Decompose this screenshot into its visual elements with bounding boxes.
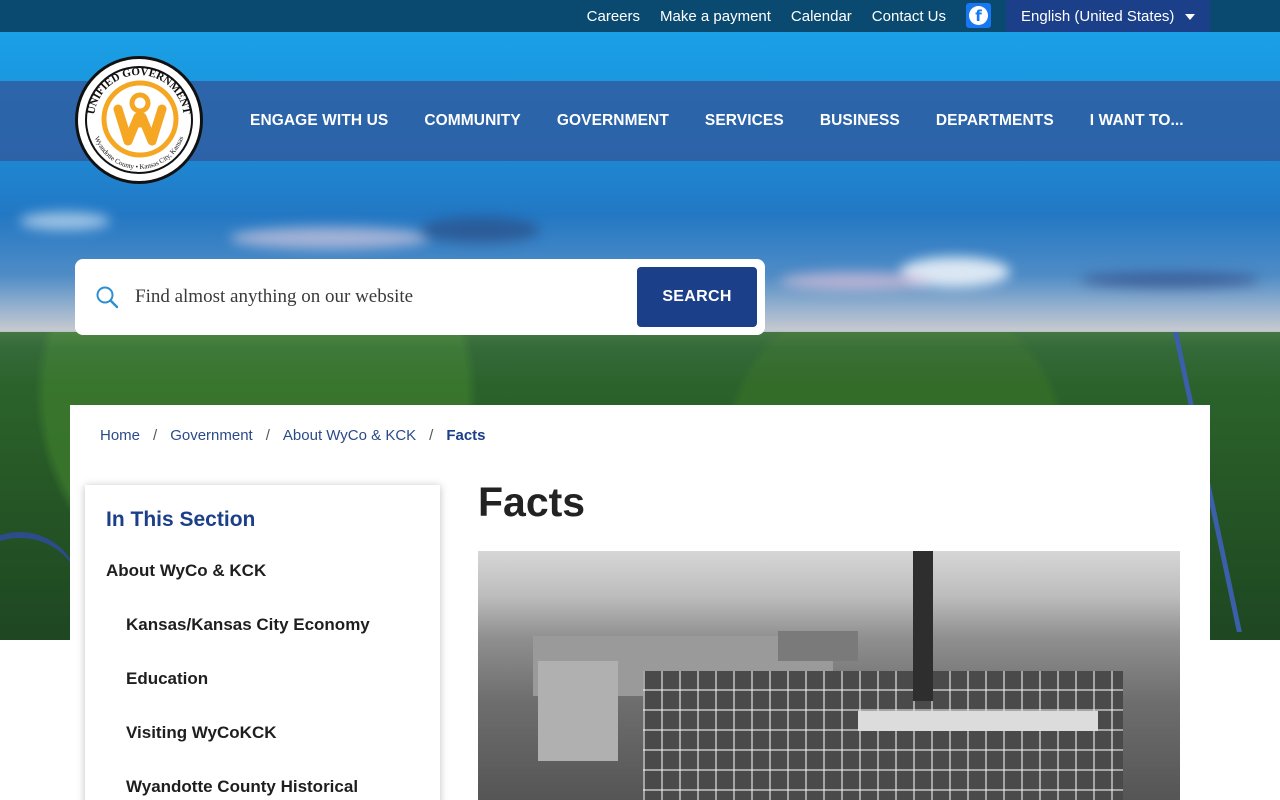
utility-links: Careers Make a payment Calendar Contact … [567, 0, 946, 32]
section-nav-item-visiting[interactable]: Visiting WyCoKCK [126, 723, 277, 743]
logo-mark-icon [101, 80, 179, 158]
breadcrumb-separator: / [265, 427, 270, 444]
language-label: English (United States) [1021, 7, 1175, 25]
facebook-icon[interactable]: f [966, 3, 991, 28]
section-nav-item-about[interactable]: About WyCo & KCK [106, 561, 266, 581]
breadcrumb-current: Facts [446, 427, 486, 444]
search-button[interactable]: SEARCH [637, 267, 757, 327]
site-logo[interactable]: UNIFIED GOVERNMENT Wyandotte County • Ka… [75, 56, 203, 184]
nav-i-want-to[interactable]: I WANT TO... [1090, 112, 1184, 130]
search-icon [96, 286, 119, 309]
breadcrumb-about[interactable]: About WyCo & KCK [283, 427, 416, 444]
contact-us-link[interactable]: Contact Us [872, 8, 946, 25]
breadcrumb-separator: / [429, 427, 434, 444]
utility-bar: Careers Make a payment Calendar Contact … [0, 0, 1280, 32]
calendar-link[interactable]: Calendar [791, 8, 852, 25]
breadcrumb-separator: / [153, 427, 158, 444]
nav-government[interactable]: GOVERNMENT [557, 112, 669, 130]
nav-community[interactable]: COMMUNITY [424, 112, 520, 130]
search-input[interactable] [135, 277, 695, 317]
nav-business[interactable]: BUSINESS [820, 112, 900, 130]
nav-services[interactable]: SERVICES [705, 112, 784, 130]
content-area: Home / Government / About WyCo & KCK / F… [70, 405, 1210, 800]
nav-departments[interactable]: DEPARTMENTS [936, 112, 1054, 130]
section-nav-item-historical[interactable]: Wyandotte County Historical [126, 777, 358, 797]
careers-link[interactable]: Careers [587, 8, 640, 25]
search-box: SEARCH [75, 259, 765, 335]
nav-engage-with-us[interactable]: ENGAGE WITH US [250, 112, 388, 130]
page-title: Facts [478, 479, 586, 525]
breadcrumb-home[interactable]: Home [100, 427, 140, 444]
make-payment-link[interactable]: Make a payment [660, 8, 771, 25]
language-select[interactable]: English (United States) [1006, 0, 1210, 32]
section-nav-item-education[interactable]: Education [126, 669, 208, 689]
section-nav-item-economy[interactable]: Kansas/Kansas City Economy [126, 615, 370, 635]
section-nav: In This Section About WyCo & KCK Kansas/… [85, 485, 440, 800]
breadcrumb: Home / Government / About WyCo & KCK / F… [100, 427, 486, 444]
breadcrumb-government[interactable]: Government [170, 427, 253, 444]
section-nav-title: In This Section [106, 508, 256, 531]
historic-building-photo [478, 551, 1180, 800]
caret-down-icon [1185, 14, 1195, 20]
